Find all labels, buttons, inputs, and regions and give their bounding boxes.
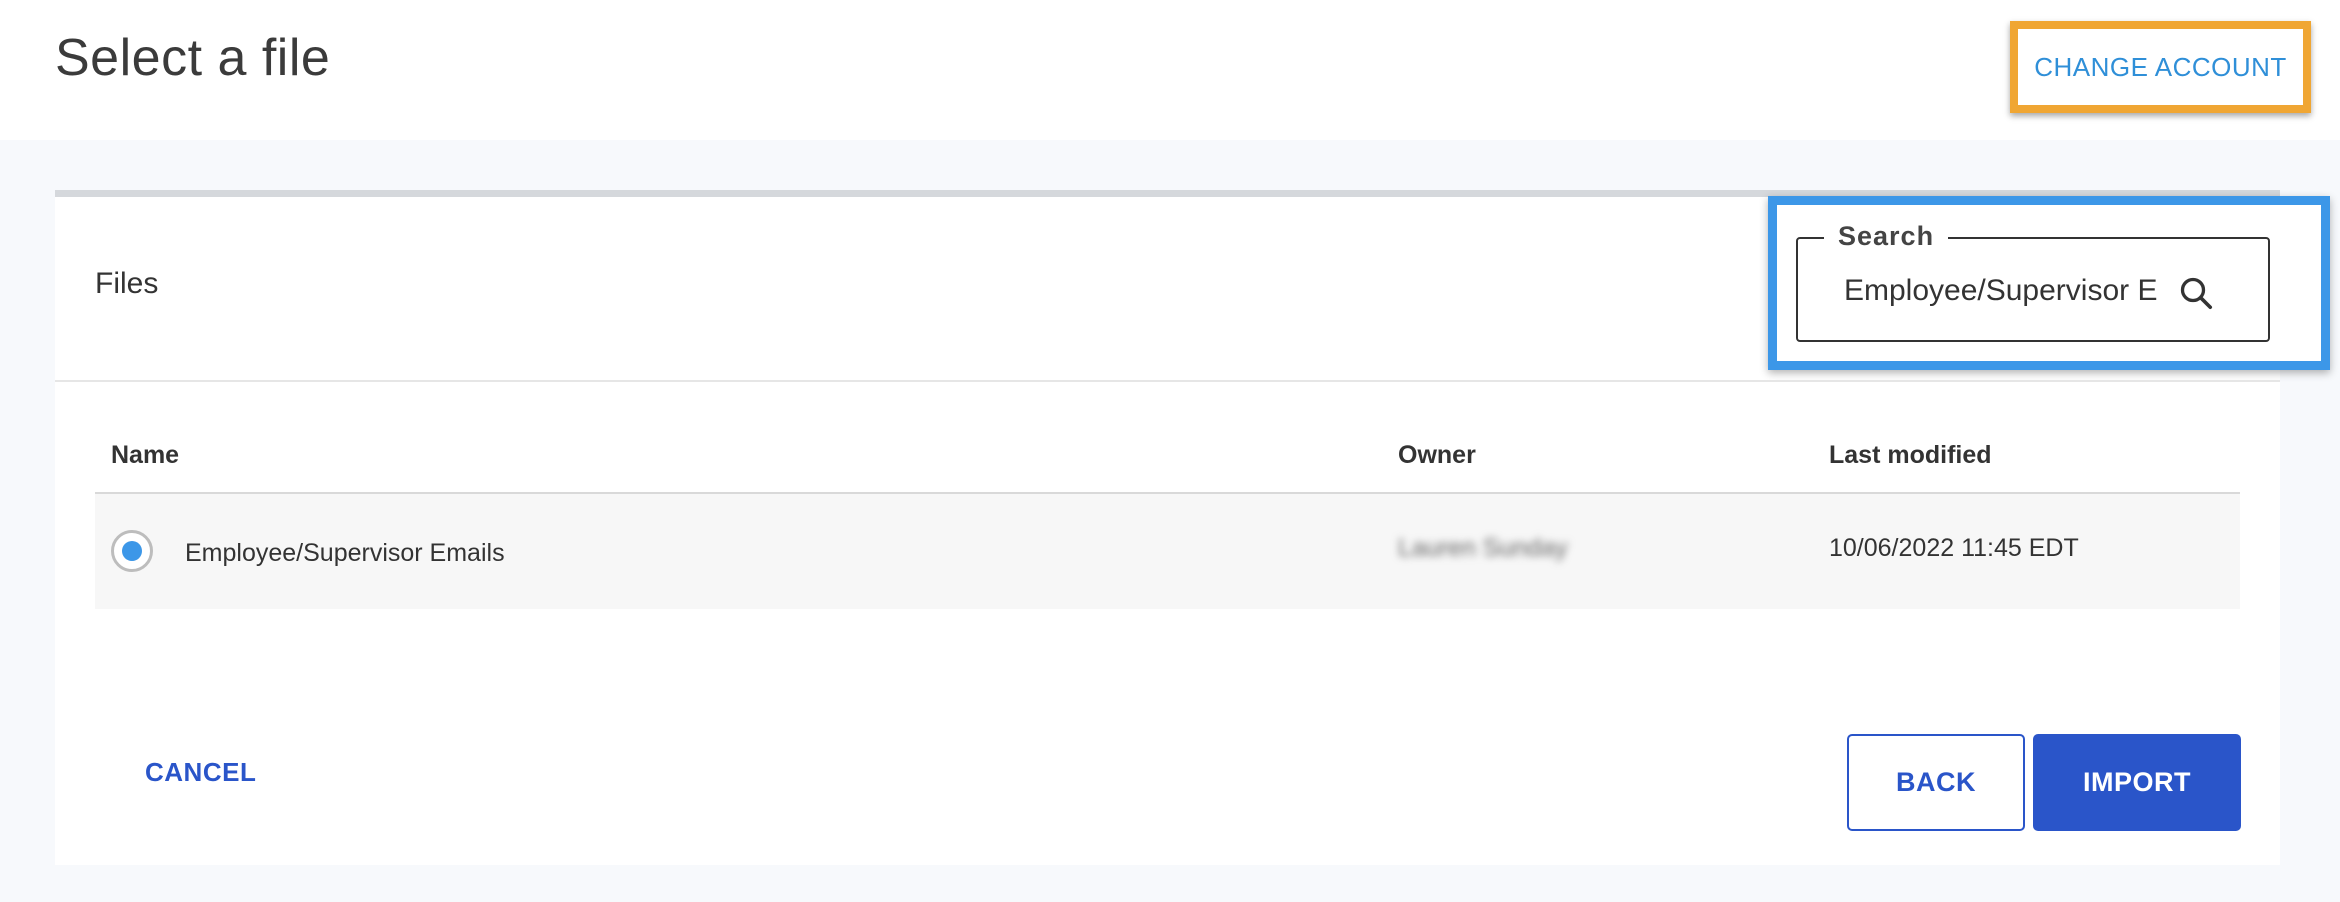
divider xyxy=(55,380,2280,382)
search-icon[interactable] xyxy=(2178,275,2214,311)
table-row[interactable]: Employee/Supervisor Emails Lauren Sunday… xyxy=(95,494,2240,609)
page-title: Select a file xyxy=(55,29,331,87)
file-last-modified: 10/06/2022 11:45 EDT xyxy=(1829,534,2079,562)
search-highlight: Search xyxy=(1768,196,2330,370)
header: Select a file CHANGE ACCOUNT xyxy=(0,0,2340,140)
search-field: Search xyxy=(1796,221,2270,342)
column-header-last-modified: Last modified xyxy=(1829,441,1992,469)
files-label: Files xyxy=(95,267,159,300)
import-button[interactable]: IMPORT xyxy=(2033,734,2241,831)
change-account-button[interactable]: CHANGE ACCOUNT xyxy=(2034,52,2287,83)
file-radio-button[interactable] xyxy=(111,530,153,572)
back-button[interactable]: BACK xyxy=(1847,734,2025,831)
files-panel: Files Search Name Owner Last modified xyxy=(55,190,2330,865)
file-name: Employee/Supervisor Emails xyxy=(185,539,505,567)
radio-selected-dot xyxy=(122,541,142,561)
search-label: Search xyxy=(1824,221,1949,252)
change-account-highlight: CHANGE ACCOUNT xyxy=(2010,21,2311,113)
select-file-page: Select a file CHANGE ACCOUNT Files Searc… xyxy=(0,0,2340,902)
table-header: Name Owner Last modified xyxy=(95,425,2240,494)
search-input[interactable] xyxy=(1844,269,2169,313)
column-header-name: Name xyxy=(111,441,180,469)
files-table: Name Owner Last modified Employee/Superv… xyxy=(95,425,2240,609)
column-header-owner: Owner xyxy=(1398,441,1476,469)
cancel-button[interactable]: CANCEL xyxy=(145,757,256,788)
file-owner: Lauren Sunday xyxy=(1398,534,1568,562)
